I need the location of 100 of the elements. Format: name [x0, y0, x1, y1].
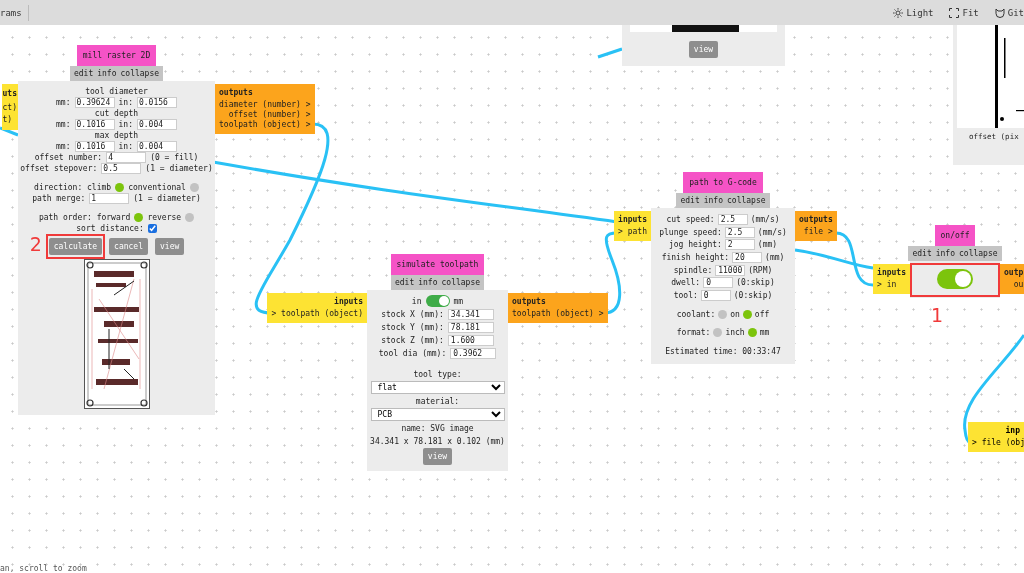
node-title: path to G-code	[683, 172, 763, 193]
sun-icon	[893, 7, 904, 18]
input-field[interactable]: 0	[703, 277, 734, 289]
port-label[interactable]: toolpath (object) >	[219, 120, 311, 130]
field-label: in:	[118, 120, 133, 129]
input-field[interactable]: 2.5	[717, 213, 748, 225]
wire	[0, 126, 19, 137]
node-title: on/off	[934, 225, 976, 246]
panel-title: inp	[1004, 426, 1020, 436]
input-field[interactable]: 0.1016	[74, 119, 115, 130]
input-field[interactable]: 1.600	[447, 334, 494, 346]
field-label: material:	[415, 396, 460, 406]
checkbox[interactable]	[147, 224, 157, 233]
field-label: sort distance:	[76, 224, 144, 233]
field-label: cut depth	[94, 109, 139, 118]
input-field[interactable]: 0.3962	[450, 347, 497, 359]
field-label: stock Z (mm):	[381, 335, 444, 345]
radio-button[interactable]	[185, 213, 195, 222]
input-field[interactable]: 11000	[715, 264, 746, 276]
link-button[interactable]: Git	[978, 7, 1024, 18]
input-field[interactable]: 34.341	[447, 308, 494, 320]
radio-button[interactable]	[747, 328, 757, 338]
panel-title: inputs	[877, 268, 906, 278]
radio-button[interactable]	[189, 183, 199, 192]
field-label: mm:	[56, 120, 71, 129]
field-label: (1 = diameter)	[145, 164, 213, 173]
port-label[interactable]: toolpath (object) >	[512, 309, 604, 319]
action-link[interactable]: edit	[680, 196, 700, 205]
input-field[interactable]: 2.5	[724, 226, 755, 238]
radio-button[interactable]	[713, 328, 723, 338]
field-label: (mm/s)	[750, 214, 780, 224]
input-field[interactable]: 20	[732, 251, 763, 263]
field-label: tool dia (mm):	[378, 348, 447, 358]
field-label: on	[730, 309, 740, 319]
field-label: Estimated time: 00:33:47	[665, 347, 781, 357]
input-field[interactable]: 0.0156	[136, 97, 177, 108]
field-label: offset number:	[34, 153, 103, 162]
input-field[interactable]: 4	[106, 152, 147, 163]
field-label: 34.341 x 78.181 x 0.102 (mm)	[370, 436, 505, 446]
input-field[interactable]: 0.5	[101, 163, 142, 174]
action-link[interactable]: edit	[394, 278, 415, 287]
panel-title: outputs	[799, 215, 833, 225]
fit-button[interactable]: Fit	[933, 7, 979, 18]
field-label: (1 = diameter)	[133, 194, 201, 203]
dropdown[interactable]: PCB	[370, 408, 505, 421]
port-label[interactable]: file >	[799, 227, 833, 237]
action-link[interactable]: collapse	[959, 249, 998, 258]
action-link[interactable]: info	[703, 196, 723, 205]
port-label[interactable]: offset (number) >	[219, 110, 311, 120]
action-link[interactable]: edit	[912, 249, 932, 258]
node-title: simulate toolpath	[390, 254, 485, 275]
port-label[interactable]: diameter (number) >	[219, 100, 311, 110]
toggle-switch[interactable]	[937, 269, 973, 289]
action-link[interactable]: collapse	[727, 196, 766, 205]
input-field[interactable]: 78.181	[447, 321, 494, 333]
port-label[interactable]: > in	[877, 280, 906, 290]
field-label: reverse	[147, 213, 182, 222]
input-field[interactable]: 1	[89, 193, 130, 204]
radio-button[interactable]	[115, 183, 125, 192]
field-label: mm:	[56, 142, 71, 151]
node-title: mill raster 2D	[76, 45, 157, 66]
action-link[interactable]: info	[97, 69, 117, 78]
port-label[interactable]: > toolpath (object)	[271, 309, 363, 319]
input-field[interactable]: 0.004	[136, 141, 177, 152]
theme-button[interactable]: Light	[877, 7, 934, 18]
field-label: path merge:	[32, 194, 86, 203]
port-label[interactable]: t)	[2, 114, 17, 126]
field-label: (mm)	[765, 252, 785, 262]
toggle-switch[interactable]	[425, 295, 450, 307]
action-link[interactable]: info	[418, 278, 438, 287]
action-link[interactable]: collapse	[441, 278, 481, 287]
field-label: plunge speed:	[659, 227, 722, 237]
field-label: in	[411, 296, 422, 306]
action-link[interactable]: info	[935, 249, 955, 258]
field-label: (RPM)	[748, 265, 773, 275]
port-label[interactable]: ct)	[2, 102, 17, 114]
field-label: format:	[676, 328, 711, 338]
field-label: cut speed:	[666, 214, 715, 224]
field-label: spindle:	[673, 265, 713, 275]
dropdown[interactable]: flat	[370, 381, 505, 394]
input-field[interactable]: 0.1016	[74, 141, 115, 152]
port-label[interactable]: ou	[1004, 280, 1024, 290]
menu-text[interactable]: rams	[0, 4, 29, 21]
action-link[interactable]: collapse	[120, 69, 160, 78]
annotation-number: 1	[931, 304, 944, 326]
field-label: tool type:	[413, 369, 462, 379]
radio-button[interactable]	[134, 213, 144, 222]
field-label: mm	[453, 296, 464, 306]
field-label: mm	[759, 328, 770, 338]
hint-text: an, scroll to zoom	[0, 564, 87, 573]
cat-icon	[994, 7, 1005, 18]
radio-button[interactable]	[742, 309, 752, 319]
port-label[interactable]: > path	[618, 227, 647, 237]
field-label: (mm/s)	[757, 227, 787, 237]
action-link[interactable]: edit	[73, 69, 94, 78]
input-field[interactable]: 0.39624	[74, 97, 115, 108]
input-field[interactable]: 0	[700, 289, 731, 301]
input-field[interactable]: 0.004	[136, 119, 177, 130]
input-field[interactable]: 2	[724, 239, 755, 251]
radio-button[interactable]	[718, 309, 728, 319]
